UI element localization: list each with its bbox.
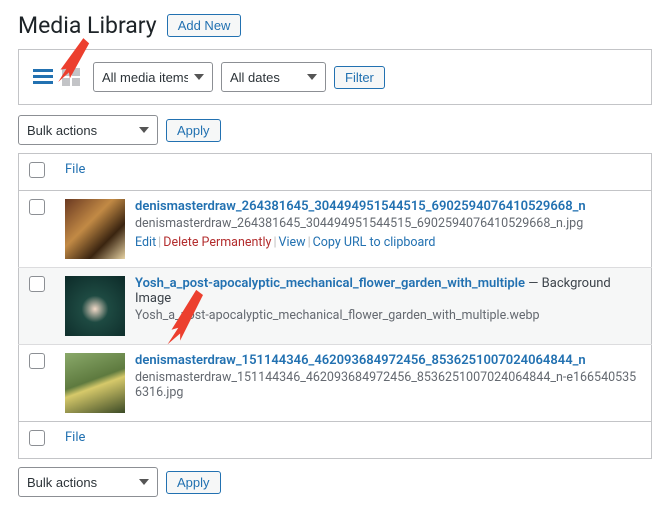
- filter-button[interactable]: Filter: [334, 66, 385, 89]
- copy-url-link[interactable]: Copy URL to clipboard: [313, 235, 436, 250]
- page-title: Media Library: [18, 12, 157, 39]
- row-checkbox[interactable]: [29, 199, 45, 215]
- row-actions: Edit|Delete Permanently|View|Copy URL to…: [135, 235, 641, 250]
- thumbnail[interactable]: [65, 199, 125, 259]
- select-all-top[interactable]: [29, 162, 45, 178]
- file-name: Yosh_a_post-apocalyptic_mechanical_flowe…: [135, 308, 641, 323]
- table-row: denismasterdraw_264381645_30449495154451…: [19, 191, 652, 268]
- thumbnail[interactable]: [65, 276, 125, 336]
- media-table: File denismasterdraw_264381645_304494951…: [18, 153, 652, 459]
- bulk-actions-select-bottom[interactable]: Bulk actions: [18, 467, 158, 497]
- delete-link[interactable]: Delete Permanently: [163, 235, 271, 250]
- filter-toolbar: All media items All dates Filter: [18, 49, 652, 105]
- media-type-filter[interactable]: All media items: [93, 62, 213, 92]
- column-file-bottom[interactable]: File: [65, 430, 85, 445]
- file-title-link[interactable]: Yosh_a_post-apocalyptic_mechanical_flowe…: [135, 276, 525, 291]
- select-all-bottom[interactable]: [29, 430, 45, 446]
- apply-button-top[interactable]: Apply: [166, 119, 221, 142]
- file-title-link[interactable]: denismasterdraw_264381645_30449495154451…: [135, 199, 586, 214]
- list-view-icon[interactable]: [29, 63, 57, 91]
- column-file[interactable]: File: [65, 162, 85, 177]
- add-new-button[interactable]: Add New: [167, 14, 242, 37]
- edit-link[interactable]: Edit: [135, 235, 156, 250]
- row-checkbox[interactable]: [29, 276, 45, 292]
- apply-button-bottom[interactable]: Apply: [166, 471, 221, 494]
- file-name: denismasterdraw_151144346_46209368497245…: [135, 370, 641, 400]
- row-checkbox[interactable]: [29, 353, 45, 369]
- date-filter[interactable]: All dates: [221, 62, 326, 92]
- file-title-link[interactable]: denismasterdraw_151144346_46209368497245…: [135, 353, 586, 368]
- file-name: denismasterdraw_264381645_30449495154451…: [135, 216, 641, 231]
- view-link[interactable]: View: [279, 235, 306, 250]
- table-row: Yosh_a_post-apocalyptic_mechanical_flowe…: [19, 268, 652, 345]
- thumbnail[interactable]: [65, 353, 125, 413]
- table-row: denismasterdraw_151144346_46209368497245…: [19, 345, 652, 422]
- grid-view-icon[interactable]: [57, 63, 85, 91]
- bulk-actions-select-top[interactable]: Bulk actions: [18, 115, 158, 145]
